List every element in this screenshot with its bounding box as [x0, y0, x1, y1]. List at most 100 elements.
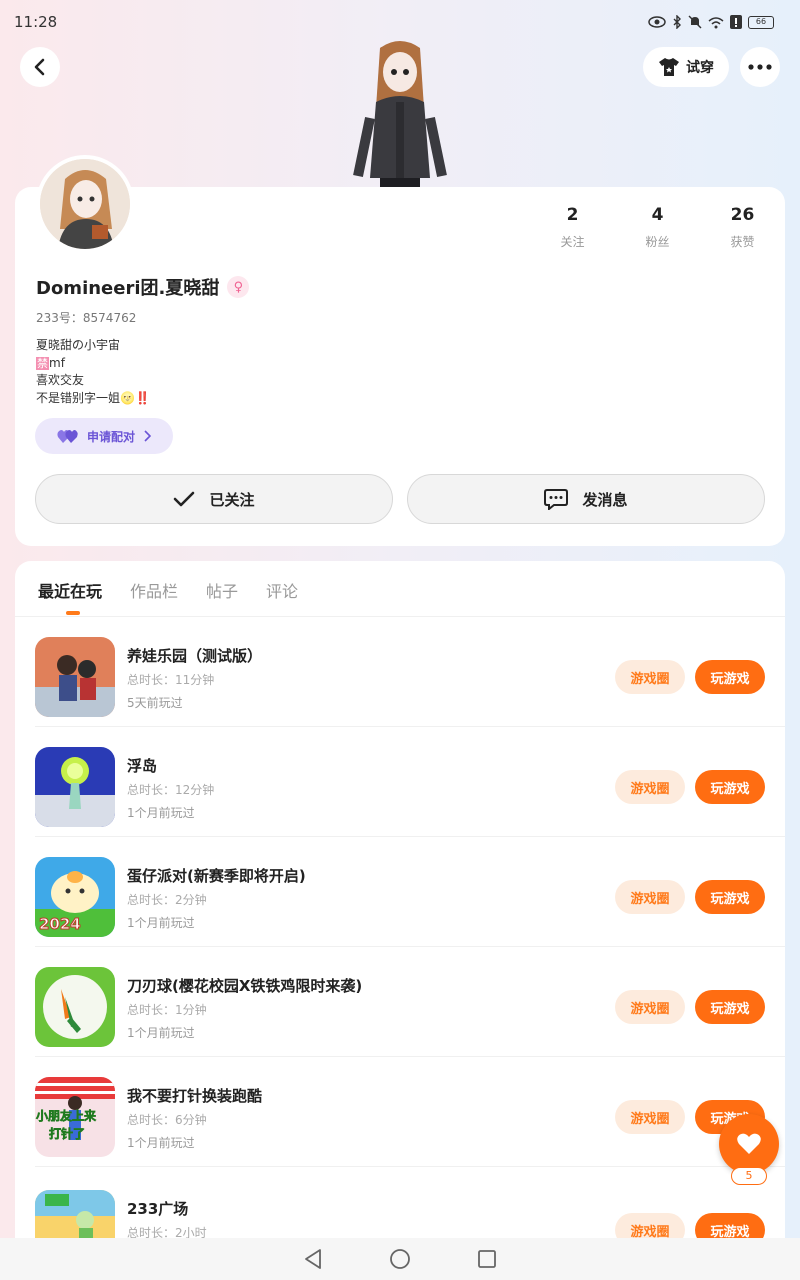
- game-duration: 总时长：2分钟: [127, 893, 207, 907]
- avatar-image: [40, 159, 130, 249]
- game-title: 刀刃球(樱花校园X铁铁鸡限时来袭): [127, 977, 363, 995]
- female-icon: ♀: [227, 276, 250, 298]
- pair-request-button[interactable]: 申请配对: [35, 418, 173, 454]
- game-circle-button[interactable]: 游戏圈: [615, 1100, 685, 1134]
- heart-icon: [737, 1133, 761, 1154]
- game-last-played: 5天前玩过: [127, 696, 183, 710]
- username-text: Domineeri团.夏晓甜: [36, 278, 220, 299]
- like-count: 5: [731, 1167, 767, 1185]
- tab-posts[interactable]: 帖子: [206, 578, 238, 602]
- game-duration: 总时长：1分钟: [127, 1003, 207, 1017]
- bio-line-3: 喜欢交友: [36, 373, 85, 387]
- tab-indicator: [66, 611, 80, 615]
- bluetooth-icon: [673, 15, 681, 29]
- bio-line-1: 夏晓甜の小宇宙: [36, 338, 121, 352]
- pair-request-label: 申请配对: [86, 429, 135, 444]
- like-button[interactable]: [719, 1114, 779, 1174]
- stat-following-label: 关注: [560, 235, 585, 249]
- double-heart-icon: [57, 430, 78, 443]
- game-circle-button[interactable]: 游戏圈: [615, 1213, 685, 1238]
- stat-fans[interactable]: 4 粉丝: [615, 205, 700, 250]
- game-title: 蛋仔派对(新赛季即将开启): [127, 867, 306, 885]
- system-nav-bar: [0, 1238, 800, 1280]
- game-row[interactable]: 233广场 总时长：2小时 游戏圈 玩游戏: [15, 1168, 785, 1238]
- bio-line-2: 禁mf: [36, 355, 150, 373]
- stat-following-value: 2: [566, 205, 579, 225]
- moon-face-icon: 🌝: [120, 390, 135, 405]
- game-circle-button[interactable]: 游戏圈: [615, 880, 685, 914]
- nav-recents-icon[interactable]: [477, 1249, 497, 1269]
- game-title: 浮岛: [127, 757, 158, 775]
- stat-likes-value: 26: [730, 205, 755, 225]
- game-icon-caption-1: 小朋友上来: [36, 1109, 97, 1124]
- play-game-button[interactable]: 玩游戏: [695, 1213, 765, 1238]
- followed-button[interactable]: 已关注: [35, 474, 393, 524]
- play-game-button[interactable]: 玩游戏: [695, 660, 765, 694]
- send-message-button[interactable]: 发消息: [407, 474, 765, 524]
- user-id: 233号：8574762: [36, 311, 137, 325]
- more-dots-icon: [748, 64, 772, 70]
- game-circle-button[interactable]: 游戏圈: [615, 770, 685, 804]
- stat-fans-value: 4: [651, 205, 664, 225]
- game-row[interactable]: 养娃乐园（测试版） 总时长：11分钟 5天前玩过 游戏圈 玩游戏: [15, 617, 785, 727]
- back-button[interactable]: [20, 47, 60, 87]
- bio-line-4-text: 不是错别字一姐: [36, 390, 121, 405]
- game-icon: [35, 637, 115, 717]
- game-last-played: 1个月前玩过: [127, 1136, 195, 1150]
- tab-comments[interactable]: 评论: [266, 578, 298, 602]
- play-game-button[interactable]: 玩游戏: [695, 990, 765, 1024]
- send-message-label: 发消息: [582, 490, 628, 509]
- game-circle-button[interactable]: 游戏圈: [615, 660, 685, 694]
- game-icon: [35, 747, 115, 827]
- followed-label: 已关注: [209, 490, 255, 509]
- game-icon-image: [35, 1190, 115, 1238]
- game-duration: 总时长：2小时: [127, 1226, 207, 1238]
- stat-likes-label: 获赞: [730, 235, 755, 249]
- game-icon-image: [35, 637, 115, 717]
- alert-icon: [730, 15, 742, 29]
- game-duration: 总时长：12分钟: [127, 783, 215, 797]
- nav-back-icon[interactable]: [303, 1248, 323, 1270]
- try-on-label: 试穿: [686, 60, 714, 76]
- tab-recently-played[interactable]: 最近在玩: [38, 578, 102, 602]
- play-game-button[interactable]: 玩游戏: [695, 880, 765, 914]
- nav-home-icon[interactable]: [389, 1248, 411, 1270]
- game-icon: [35, 967, 115, 1047]
- game-last-played: 1个月前玩过: [127, 916, 195, 930]
- game-title: 我不要打针换装跑酷: [127, 1087, 263, 1105]
- game-row[interactable]: 2024 蛋仔派对(新赛季即将开启) 总时长：2分钟 1个月前玩过 游戏圈 玩游…: [15, 837, 785, 947]
- profile-tabs: 最近在玩 作品栏 帖子 评论: [38, 578, 298, 602]
- chevron-left-icon: [34, 58, 45, 76]
- status-time: 11:28: [14, 13, 58, 31]
- double-exclamation-icon: ‼️: [134, 390, 150, 405]
- game-last-played: 1个月前玩过: [127, 806, 195, 820]
- game-row[interactable]: 刀刃球(樱花校园X铁铁鸡限时来袭) 总时长：1分钟 1个月前玩过 游戏圈 玩游戏: [15, 947, 785, 1057]
- play-game-button[interactable]: 玩游戏: [695, 770, 765, 804]
- eye-icon: [648, 16, 666, 28]
- chat-bubble-icon: [544, 489, 569, 510]
- game-icon: 2024: [35, 857, 115, 937]
- forbid-badge: 禁: [36, 356, 49, 370]
- battery-icon: 66: [748, 15, 774, 29]
- game-icon-image: [35, 967, 115, 1047]
- game-icon: [35, 1190, 115, 1238]
- stat-likes[interactable]: 26 获赞: [700, 205, 785, 250]
- row-divider: [35, 1166, 785, 1167]
- tshirt-icon: [659, 58, 679, 76]
- game-row[interactable]: 小朋友上来 打针了 我不要打针换装跑酷 总时长：6分钟 1个月前玩过 游戏圈 玩…: [15, 1057, 785, 1167]
- stat-following[interactable]: 2 关注: [530, 205, 615, 250]
- game-last-played: 1个月前玩过: [127, 1026, 195, 1040]
- game-row[interactable]: 浮岛 总时长：12分钟 1个月前玩过 游戏圈 玩游戏: [15, 727, 785, 837]
- more-button[interactable]: [740, 47, 780, 87]
- wifi-icon: [708, 16, 724, 28]
- game-icon: 小朋友上来 打针了: [35, 1077, 115, 1157]
- avatar[interactable]: [36, 155, 134, 253]
- try-on-button[interactable]: 试穿: [643, 47, 729, 87]
- game-icon-image: [35, 747, 115, 827]
- game-icon-caption: 2024: [39, 915, 82, 934]
- game-circle-button[interactable]: 游戏圈: [615, 990, 685, 1024]
- tab-works[interactable]: 作品栏: [130, 578, 178, 602]
- game-duration: 总时长：6分钟: [127, 1113, 207, 1127]
- stat-fans-label: 粉丝: [645, 235, 670, 249]
- game-title: 养娃乐园（测试版）: [127, 647, 263, 665]
